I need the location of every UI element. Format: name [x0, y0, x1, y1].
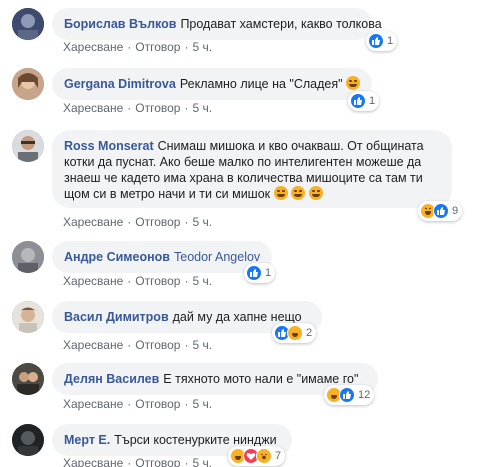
comment-actions: Харесване · Отговор · 5 ч.	[63, 101, 213, 115]
mention-link[interactable]: Teodor Angelov	[174, 250, 260, 264]
grin-emoji-icon	[346, 76, 361, 90]
avatar[interactable]	[12, 301, 44, 333]
reaction-count: 7	[275, 450, 282, 462]
reaction-count: 1	[387, 35, 394, 47]
avatar[interactable]	[12, 68, 44, 100]
comment-text: Търси костенурките нинджи	[114, 433, 277, 447]
like-link[interactable]: Харесване	[63, 338, 123, 352]
reply-link[interactable]: Отговор	[135, 215, 180, 229]
reaction-count: 12	[358, 389, 371, 401]
reply-link[interactable]: Отговор	[135, 40, 180, 54]
like-reaction-icon	[339, 387, 355, 403]
comment-actions: Харесване · Отговор · 5 ч.	[63, 338, 213, 352]
comment-author[interactable]: Андре Симеонов	[64, 250, 170, 264]
comment-author[interactable]: Ross Monserat	[64, 139, 154, 153]
comment-text: Е тяхното мото нали е "имаме го"	[163, 372, 359, 386]
reply-link[interactable]: Отговор	[135, 338, 180, 352]
like-reaction-icon	[433, 203, 449, 219]
like-link[interactable]: Харесване	[63, 101, 123, 115]
like-reaction-icon	[246, 265, 262, 281]
laughing-emoji-icon	[291, 186, 306, 200]
like-link[interactable]: Харесване	[63, 274, 123, 288]
like-link[interactable]: Харесване	[63, 215, 123, 229]
comment-actions: Харесване · Отговор · 5 ч.	[63, 215, 213, 229]
reply-link[interactable]: Отговор	[135, 397, 180, 411]
wow-reaction-icon	[256, 448, 272, 464]
reaction-summary[interactable]: 1	[366, 31, 398, 51]
comment-text: Рекламно лице на "Сладея"	[179, 77, 343, 91]
reaction-count: 1	[369, 95, 376, 107]
avatar[interactable]	[12, 241, 44, 273]
comment-text-line: котки да пуснат. Ако беше малко по интел…	[64, 155, 422, 169]
timestamp[interactable]: 5 ч.	[192, 456, 212, 467]
comment-actions: Харесване · Отговор · 5 ч.	[63, 397, 213, 411]
laughing-emoji-icon	[308, 186, 323, 200]
reaction-count: 9	[452, 205, 459, 217]
like-link[interactable]: Харесване	[63, 40, 123, 54]
like-link[interactable]: Харесване	[63, 456, 123, 467]
reaction-summary[interactable]: 7	[228, 446, 286, 466]
reply-link[interactable]: Отговор	[135, 456, 180, 467]
laughing-emoji-icon	[273, 186, 288, 200]
comment-actions: Харесване · Отговор · 5 ч.	[63, 274, 213, 288]
haha-reaction-icon	[287, 325, 303, 341]
avatar[interactable]	[12, 130, 44, 162]
reaction-count: 1	[265, 267, 272, 279]
comment-author[interactable]: Борислав Вълков	[64, 17, 176, 31]
comment-text: Продават хамстери, какво толкова	[180, 17, 382, 31]
comment-author[interactable]: Васил Димитров	[64, 310, 169, 324]
like-reaction-icon	[350, 93, 366, 109]
comment-author[interactable]: Gergana Dimitrova	[64, 77, 176, 91]
comment-bubble: Борислав Вълков Продават хамстери, какво …	[52, 8, 382, 40]
timestamp[interactable]: 5 ч.	[192, 338, 212, 352]
avatar[interactable]	[12, 363, 44, 395]
timestamp[interactable]: 5 ч.	[192, 274, 212, 288]
comment-text-line: щом си в метро начи и ти си мишок	[64, 187, 271, 201]
reaction-summary[interactable]: 2	[272, 323, 317, 343]
comment-actions: Харесване · Отговор · 5 ч.	[63, 456, 212, 467]
comment-bubble: Андре Симеонов Teodor Angelov	[52, 241, 272, 273]
comment-bubble: Ross Monserat Снимаш мишока и кво очакваш…	[52, 130, 452, 208]
comment-text-line: знаеш че кадето има храна в количества м…	[64, 171, 423, 185]
timestamp[interactable]: 5 ч.	[192, 215, 212, 229]
reaction-summary[interactable]: 1	[348, 91, 380, 111]
reaction-summary[interactable]: 1	[244, 263, 276, 283]
like-reaction-icon	[368, 33, 384, 49]
comment-text: дай му да хапне нещо	[172, 310, 302, 324]
comment-author[interactable]: Делян Василев	[64, 372, 159, 386]
comment-bubble: Gergana Dimitrova Рекламно лице на "Сладе…	[52, 68, 372, 100]
comment-actions: Харесване · Отговор · 5 ч.	[63, 40, 213, 54]
timestamp[interactable]: 5 ч.	[192, 397, 212, 411]
reply-link[interactable]: Отговор	[135, 101, 180, 115]
reply-link[interactable]: Отговор	[135, 274, 180, 288]
timestamp[interactable]: 5 ч.	[192, 101, 212, 115]
reaction-summary[interactable]: 12	[324, 385, 375, 405]
timestamp[interactable]: 5 ч.	[192, 40, 212, 54]
comment-text-line: Снимаш мишока и кво очакваш. От общината	[157, 139, 424, 153]
reaction-summary[interactable]: 9	[418, 201, 463, 221]
avatar[interactable]	[12, 8, 44, 40]
avatar[interactable]	[12, 424, 44, 456]
like-link[interactable]: Харесване	[63, 397, 123, 411]
reaction-count: 2	[306, 327, 313, 339]
comment-author[interactable]: Мерт Е.	[64, 433, 110, 447]
